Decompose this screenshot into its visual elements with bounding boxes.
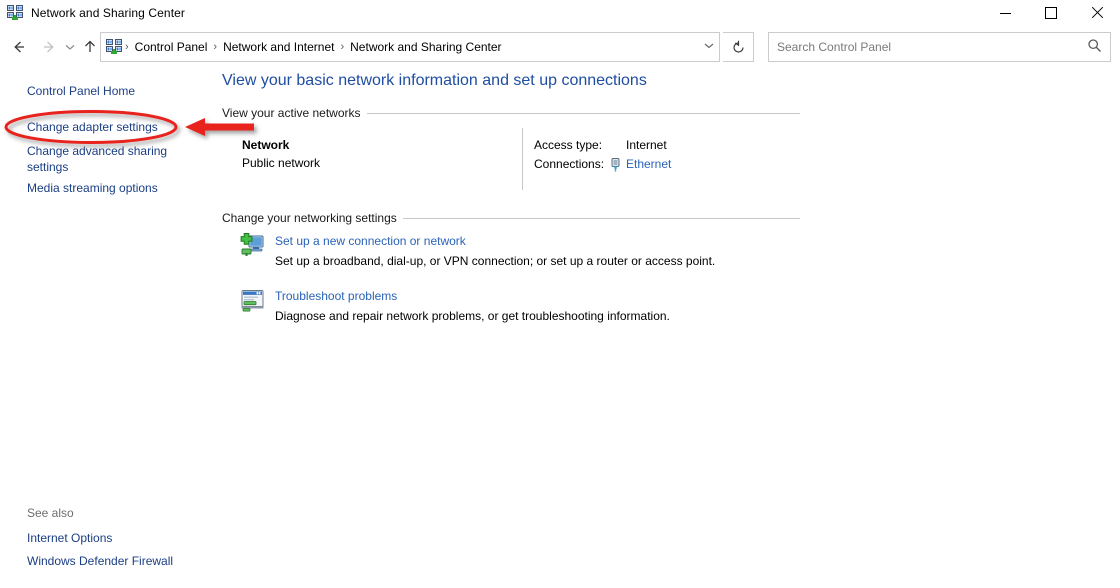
sidebar-item-change-adapter-settings[interactable]: Change adapter settings: [27, 119, 158, 135]
title-bar: Network and Sharing Center: [0, 0, 1120, 26]
breadcrumb-network-icon: [106, 39, 122, 55]
minimize-button[interactable]: [982, 0, 1028, 26]
maximize-icon: [1045, 7, 1057, 19]
up-button[interactable]: [78, 30, 102, 64]
page-title: View your basic network information and …: [222, 72, 647, 89]
section-divider: [400, 218, 800, 219]
window-controls: [982, 0, 1120, 26]
troubleshoot-icon: [240, 287, 266, 313]
breadcrumb-item-control-panel[interactable]: Control Panel: [130, 38, 213, 56]
sidebar-item-change-advanced-sharing-settings[interactable]: Change advanced sharing: [27, 143, 167, 159]
network-details-divider: [522, 128, 523, 190]
minimize-icon: [999, 12, 1011, 14]
section-heading-active-networks: View your active networks: [222, 106, 367, 120]
close-button[interactable]: [1074, 0, 1120, 26]
connections-label: Connections:: [534, 157, 605, 171]
maximize-button[interactable]: [1028, 0, 1074, 26]
refresh-button[interactable]: [723, 32, 754, 62]
task-description-troubleshoot-problems: Diagnose and repair network problems, or…: [275, 309, 670, 323]
task-link-set-up-new-connection[interactable]: Set up a new connection or network: [275, 234, 466, 248]
window-title: Network and Sharing Center: [31, 6, 186, 20]
task-link-troubleshoot-problems[interactable]: Troubleshoot problems: [275, 289, 397, 303]
refresh-icon: [732, 40, 744, 53]
ethernet-icon: [609, 158, 622, 172]
see-also-heading: See also: [27, 506, 74, 520]
search-input[interactable]: [769, 33, 1079, 61]
sidebar: Control Panel Home Change adapter settin…: [0, 64, 218, 588]
back-button[interactable]: [4, 30, 34, 64]
section-divider: [348, 113, 800, 114]
address-bar: › Control Panel › Network and Internet ›…: [0, 30, 1120, 64]
breadcrumb-item-network-and-internet[interactable]: Network and Internet: [218, 38, 339, 56]
section-heading-change-settings: Change your networking settings: [222, 211, 403, 225]
see-also-item-windows-defender-firewall[interactable]: Windows Defender Firewall: [27, 553, 173, 569]
breadcrumb-item-network-and-sharing-center[interactable]: Network and Sharing Center: [345, 38, 506, 56]
breadcrumb[interactable]: › Control Panel › Network and Internet ›…: [100, 32, 720, 62]
close-icon: [1091, 7, 1103, 19]
connection-link-ethernet[interactable]: Ethernet: [626, 157, 671, 171]
forward-arrow-icon: [44, 41, 54, 53]
task-description-set-up-new-connection: Set up a broadband, dial-up, or VPN conn…: [275, 254, 716, 268]
access-type-value: Internet: [626, 138, 667, 152]
sidebar-item-media-streaming-options[interactable]: Media streaming options: [27, 180, 158, 196]
up-arrow-icon: [85, 40, 95, 52]
see-also-item-internet-options[interactable]: Internet Options: [27, 530, 112, 546]
network-name: Network: [242, 138, 290, 152]
content-pane: View your basic network information and …: [218, 64, 1120, 588]
search-icon[interactable]: [1087, 38, 1102, 56]
network-type: Public network: [242, 156, 321, 170]
chevron-down-icon: [65, 45, 75, 50]
breadcrumb-dropdown-icon[interactable]: [703, 40, 715, 55]
recent-locations-button[interactable]: [60, 30, 80, 64]
new-connection-icon: [240, 232, 266, 258]
sidebar-item-change-advanced-sharing-settings-line2[interactable]: settings: [27, 159, 68, 175]
access-type-label: Access type:: [534, 138, 603, 152]
sidebar-item-control-panel-home[interactable]: Control Panel Home: [27, 83, 135, 99]
back-arrow-icon: [14, 41, 24, 53]
search-box[interactable]: [768, 32, 1111, 62]
network-sharing-icon: [7, 5, 23, 21]
